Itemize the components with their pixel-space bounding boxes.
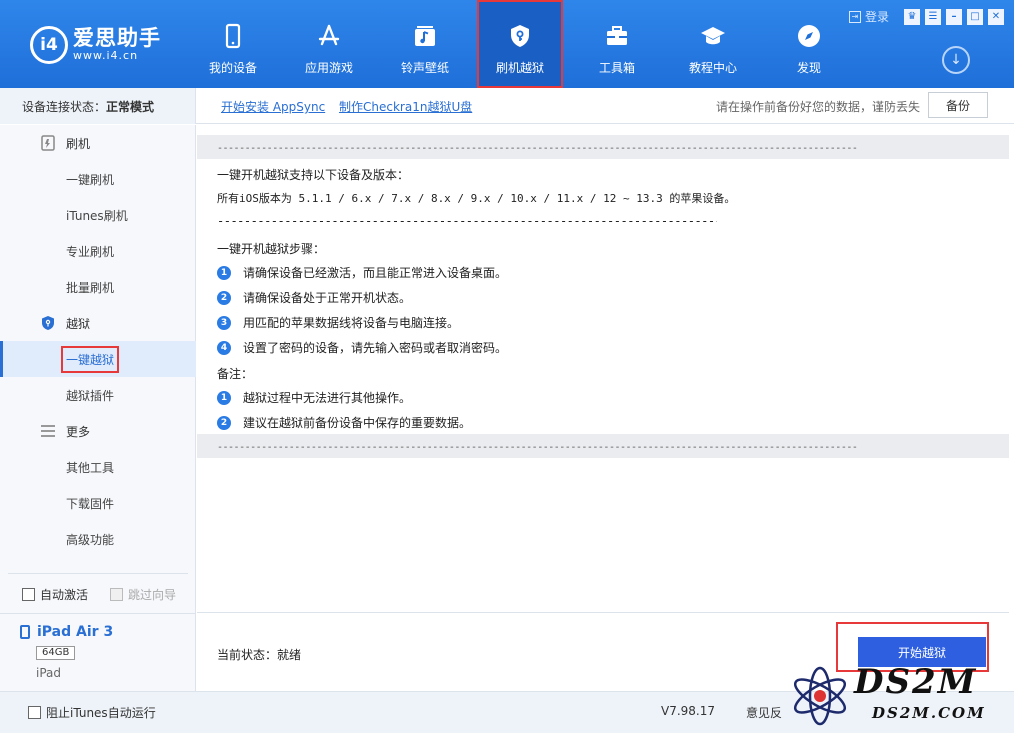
- sidebar-item-jailbreak-plugins[interactable]: 越狱插件: [0, 377, 196, 413]
- sidebar-item-pro-flash[interactable]: 专业刷机: [0, 233, 196, 269]
- sidebar-item-other-tools[interactable]: 其他工具: [0, 449, 196, 485]
- separator-band: ----------------------------------------…: [197, 434, 1009, 458]
- note-item: 2 建议在越狱前备份设备中保存的重要数据。: [217, 414, 471, 431]
- shield-key-icon: [40, 315, 56, 331]
- step-item: 1 请确保设备已经激活，而且能正常进入设备桌面。: [217, 264, 507, 281]
- current-state: 当前状态：就绪: [217, 648, 302, 662]
- sidebar-group-jailbreak[interactable]: 越狱: [0, 305, 196, 341]
- window-controls: ⇥ 登录 ♛ ☰ – □ ✕: [848, 8, 1004, 25]
- nav-my-device[interactable]: 我的设备: [190, 0, 276, 88]
- number-1-icon: 1: [217, 265, 231, 280]
- watermark-text: DS2M: [854, 662, 978, 702]
- install-appsync-link[interactable]: 开始安装 AppSync: [221, 100, 325, 114]
- toolbox-icon: [607, 26, 627, 45]
- number-2-icon: 2: [217, 290, 231, 305]
- nav-discover[interactable]: 发现: [766, 0, 852, 88]
- support-title: 一键开机越狱支持以下设备及版本：: [217, 168, 410, 182]
- device-info: iPad Air 3 64GB iPad: [0, 613, 196, 691]
- phone-icon: [225, 23, 241, 49]
- separator-line: ----------------------------------------…: [217, 214, 717, 228]
- notes-title: 备注：: [217, 367, 254, 381]
- sidebar-divider: [8, 573, 188, 574]
- number-3-icon: 3: [217, 315, 231, 330]
- flash-icon: [40, 135, 56, 151]
- nav-flash-jailbreak[interactable]: 刷机越狱: [477, 0, 563, 88]
- watermark-url: DS2M.COM: [872, 704, 986, 722]
- step-item: 4 设置了密码的设备，请先输入密码或者取消密码。: [217, 339, 507, 356]
- separator-band: ----------------------------------------…: [197, 135, 1009, 159]
- sidebar-item-itunes-flash[interactable]: iTunes刷机: [0, 197, 196, 233]
- status-toolbar: 设备连接状态：正常模式 开始安装 AppSync 制作Checkra1n越狱U盘…: [0, 88, 1014, 124]
- number-1-icon: 1: [217, 390, 231, 405]
- sidebar-item-download-firmware[interactable]: 下载固件: [0, 485, 196, 521]
- sidebar-group-more[interactable]: 更多: [0, 413, 196, 449]
- backup-warning: 请在操作前备份好您的数据，谨防丢失: [715, 100, 920, 114]
- music-icon: [415, 26, 435, 46]
- skin-icon[interactable]: ♛: [904, 8, 920, 25]
- sidebar: 刷机 一键刷机 iTunes刷机 专业刷机 批量刷机 越狱 一键越狱 越狱插件 …: [0, 125, 196, 691]
- version-label: V7.98.17: [661, 704, 716, 718]
- steps-title: 一键开机越狱步骤：: [217, 242, 326, 256]
- login-icon: ⇥: [848, 10, 861, 23]
- nav-ringtones[interactable]: 铃声壁纸: [382, 0, 468, 88]
- graduation-cap-icon: [701, 27, 725, 45]
- number-4-icon: 4: [217, 340, 231, 355]
- backup-button[interactable]: 备份: [928, 92, 988, 118]
- app-logo: i4 爱思助手 www.i4.cn: [30, 26, 161, 64]
- note-item: 1 越狱过程中无法进行其他操作。: [217, 389, 411, 406]
- sidebar-item-batch-flash[interactable]: 批量刷机: [0, 269, 196, 305]
- logo-name: 爱思助手: [73, 26, 161, 50]
- step-item: 3 用匹配的苹果数据线将设备与电脑连接。: [217, 314, 459, 331]
- logo-url: www.i4.cn: [73, 49, 139, 62]
- compass-icon: [798, 25, 820, 47]
- action-divider: [197, 612, 1009, 613]
- support-versions: 所有iOS版本为 5.1.1 / 6.x / 7.x / 8.x / 9.x /…: [217, 192, 736, 205]
- ipad-icon: [20, 625, 30, 639]
- make-checkra1n-usb-link[interactable]: 制作Checkra1n越狱U盘: [339, 100, 472, 114]
- logo-mark: i4: [30, 26, 68, 64]
- number-2-icon: 2: [217, 415, 231, 430]
- skip-guide-checkbox[interactable]: 跳过向导: [110, 586, 176, 603]
- sidebar-item-one-click-jailbreak[interactable]: 一键越狱: [0, 341, 196, 377]
- list-icon: [40, 423, 56, 439]
- device-name[interactable]: iPad Air 3: [20, 624, 113, 640]
- close-icon[interactable]: ✕: [988, 8, 1004, 25]
- maximize-icon[interactable]: □: [967, 8, 983, 25]
- app-header: i4 爱思助手 www.i4.cn 我的设备 应用游戏 铃声壁纸 刷机越狱 工具…: [0, 0, 1014, 88]
- connection-status: 设备连接状态：正常模式: [0, 88, 196, 124]
- device-type: iPad: [36, 666, 62, 680]
- login-link[interactable]: ⇥ 登录: [848, 8, 889, 25]
- sidebar-item-one-click-flash[interactable]: 一键刷机: [0, 161, 196, 197]
- capacity-badge: 64GB: [36, 646, 76, 660]
- sidebar-group-flash[interactable]: 刷机: [0, 125, 196, 161]
- auto-activate-checkbox[interactable]: 自动激活: [22, 586, 88, 603]
- download-icon[interactable]: ↓: [942, 46, 970, 74]
- nav-apps-games[interactable]: 应用游戏: [286, 0, 372, 88]
- block-itunes-checkbox[interactable]: 阻止iTunes自动运行: [28, 704, 156, 721]
- atom-logo-icon: [793, 666, 847, 726]
- feedback-link[interactable]: 意见反: [746, 704, 782, 721]
- shield-key-icon: [511, 25, 529, 47]
- nav-tutorials[interactable]: 教程中心: [670, 0, 756, 88]
- app-store-icon: [318, 24, 340, 46]
- connection-mode: 正常模式: [106, 100, 155, 114]
- main-content: ----------------------------------------…: [197, 125, 1014, 691]
- nav-toolbox[interactable]: 工具箱: [574, 0, 660, 88]
- menu-icon[interactable]: ☰: [925, 8, 941, 25]
- step-item: 2 请确保设备处于正常开机状态。: [217, 289, 411, 306]
- sidebar-item-advanced[interactable]: 高级功能: [0, 521, 196, 557]
- minimize-icon[interactable]: –: [946, 8, 962, 25]
- watermark: DS2M DS2M.COM: [782, 658, 1014, 733]
